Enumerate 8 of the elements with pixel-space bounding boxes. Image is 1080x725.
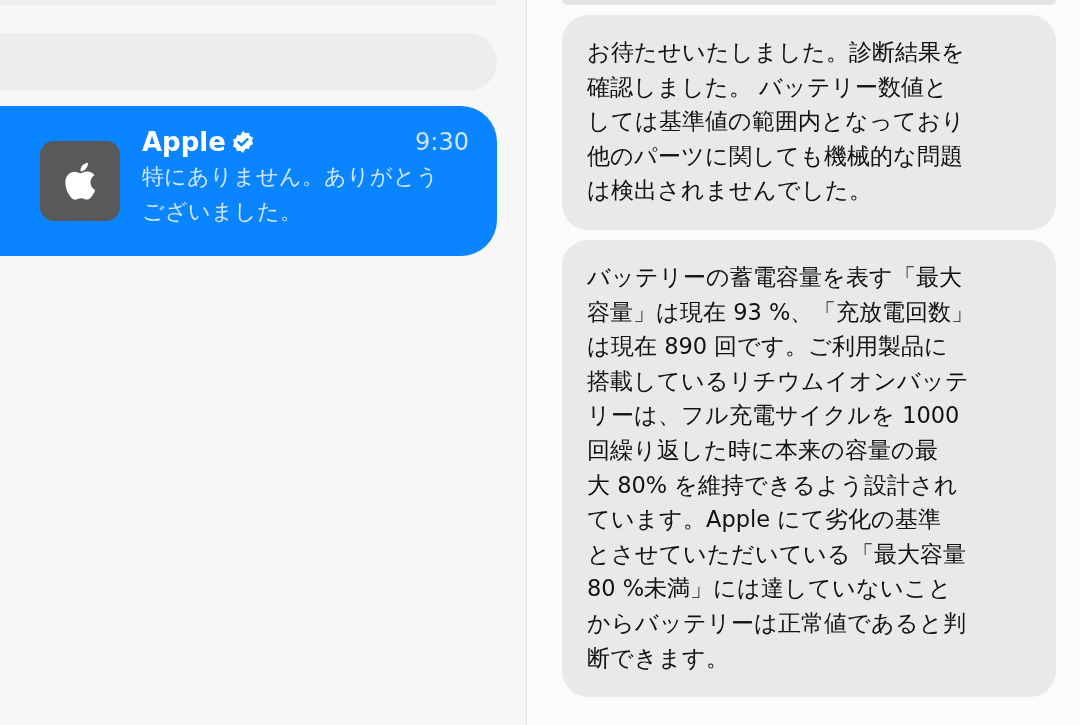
apple-logo-icon xyxy=(64,162,96,200)
message-time: 9:30 xyxy=(415,128,469,156)
contact-name: Apple xyxy=(142,127,226,157)
conversation-item[interactable]: Apple 9:30 特にありません。ありがとう ございました。 xyxy=(0,106,497,256)
message-bubble: バッテリーの蓄電容量を表す「最大 容量」は現在 93 %、「充放電回数」 は現在 890 回です。ご利用製品に 搭載しているリチウムイオンバッテ リーは、フル充電サイクルを 1000 回繰り返した時に本来の容量の最 大 80% を維持できるよう設計され ています。Apple にて劣化の基準 とさせていただいている「最大容量 80 %未満」には達していないこと からバッテリーは正常値であると判 断できます。 xyxy=(562,239,1056,698)
message-preview: 特にありません。ありがとう ございました。 xyxy=(142,163,440,226)
verified-badge-icon xyxy=(231,131,254,153)
message-bubble: お待たせいたしました。診断結果を 確認しました。 バッテリー数値と しては基準値の範囲内となっており 他のパーツに関しても機械的な問題 は検出されませんでした。 xyxy=(562,15,1056,230)
